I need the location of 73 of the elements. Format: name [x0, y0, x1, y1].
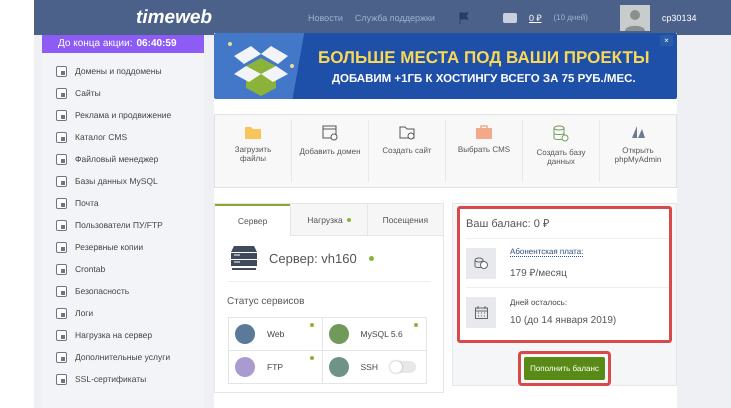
sidebar-item[interactable]: Файловый менеджер: [56, 148, 204, 170]
sidebar-item[interactable]: Домены и поддомены: [56, 60, 204, 82]
quick-action[interactable]: Создать базу данных: [523, 120, 600, 182]
sidebar-item[interactable]: Crontab: [56, 258, 204, 280]
menu-square-icon: [56, 198, 67, 208]
server-icon: [231, 246, 257, 270]
promo-timer: 06:40:59: [136, 38, 177, 49]
logo[interactable]: timeweb: [136, 6, 296, 28]
promo-banner[interactable]: БОЛЬШЕ МЕСТА ПОД ВАШИ ПРОЕКТЫ ДОБАВИМ +1ГБ К ХОСТИНГУ ВСЕГО ЗА 75 РУБ./МЕС. ×: [214, 33, 677, 99]
banner-title: БОЛЬШЕ МЕСТА ПОД ВАШИ ПРОЕКТЫ: [318, 48, 650, 68]
balance-note: (10 дней): [553, 13, 588, 22]
service-name: Web: [267, 329, 284, 339]
sidebar-item[interactable]: Каталог CMS: [56, 126, 204, 148]
sidebar-item[interactable]: Сайты: [56, 82, 204, 104]
sidebar-item[interactable]: Безопасность: [56, 280, 204, 302]
sidebar-item[interactable]: Дополнительные услуги: [56, 346, 204, 368]
quick-action[interactable]: Загрузить файлы: [215, 120, 292, 182]
calendar-icon: [474, 306, 488, 318]
folder-icon: [245, 125, 261, 139]
quick-action[interactable]: Выбрать CMS: [446, 120, 523, 182]
sidebar-item[interactable]: Пользователи ПУ/FTP: [56, 214, 204, 236]
menu-square-icon: [56, 308, 67, 318]
avatar-icon: [620, 4, 650, 30]
service-name: FTP: [267, 362, 284, 372]
menu-square-icon: [56, 286, 67, 296]
quick-action[interactable]: Добавить домен: [292, 120, 369, 182]
coins-icon: [474, 257, 488, 269]
tab[interactable]: Посещения: [366, 204, 443, 236]
balance-title: Ваш баланс: 0 ₽: [466, 217, 550, 230]
menu-square-icon: [56, 374, 67, 384]
menu-square-icon: [56, 242, 67, 252]
balance-value: 179 ₽/месяц: [510, 267, 568, 279]
sidebar-item[interactable]: Резервные копии: [56, 236, 204, 258]
top-up-button[interactable]: Пополнить баланс: [524, 357, 605, 380]
tab[interactable]: Нагрузка: [290, 204, 367, 236]
menu-square-icon: [56, 330, 67, 340]
banner-subtitle: ДОБАВИМ +1ГБ К ХОСТИНГУ ВСЕГО ЗА 75 РУБ./МЕС.: [332, 72, 636, 84]
window-plus-icon: [322, 125, 338, 141]
balance-label: Дней осталось:: [510, 298, 568, 307]
section-title: Статус сервисов: [227, 296, 306, 307]
menu-square-icon: [56, 352, 67, 362]
service-name: MySQL 5.6: [360, 329, 403, 339]
menu-square-icon: [56, 154, 67, 164]
user-name[interactable]: cp30134: [662, 12, 696, 22]
balance-value: 10 (до 14 января 2019): [510, 315, 616, 326]
quick-action[interactable]: Открыть phpMyAdmin: [600, 120, 676, 182]
balance-label[interactable]: Абонентская плата:: [510, 247, 584, 257]
sidebar-item[interactable]: Нагрузка на сервер: [56, 324, 204, 346]
folder-plus-icon: [399, 125, 415, 140]
flag-icon[interactable]: [458, 12, 469, 24]
service-name: SSH: [360, 362, 378, 372]
balance-amount[interactable]: 0 ₽: [528, 11, 542, 24]
menu-square-icon: [56, 132, 67, 142]
menu-square-icon: [56, 264, 67, 274]
briefcase-icon: [476, 125, 492, 139]
server-name: Сервер: vh160: [269, 250, 357, 266]
menu-square-icon: [56, 88, 67, 98]
sidebar-item[interactable]: SSL-сертификаты: [56, 368, 204, 390]
menu-square-icon: [56, 176, 67, 186]
sidebar-item[interactable]: Реклама и продвижение: [56, 104, 204, 126]
close-button[interactable]: ×: [660, 35, 673, 46]
database-plus-icon: [553, 125, 569, 142]
menu-square-icon: [56, 110, 67, 120]
sidebar-item[interactable]: Почта: [56, 192, 204, 214]
menu-square-icon: [56, 220, 67, 230]
quick-action[interactable]: Создать сайт: [369, 120, 446, 182]
toggle-switch[interactable]: [390, 361, 416, 373]
promo-label: До конца акции:: [58, 38, 132, 49]
sidebar-item[interactable]: Логи: [56, 302, 204, 324]
sail-icon: [630, 125, 646, 140]
menu-square-icon: [56, 66, 67, 76]
sidebar-item[interactable]: Базы данных MySQL: [56, 170, 204, 192]
wallet-icon: [502, 12, 517, 24]
